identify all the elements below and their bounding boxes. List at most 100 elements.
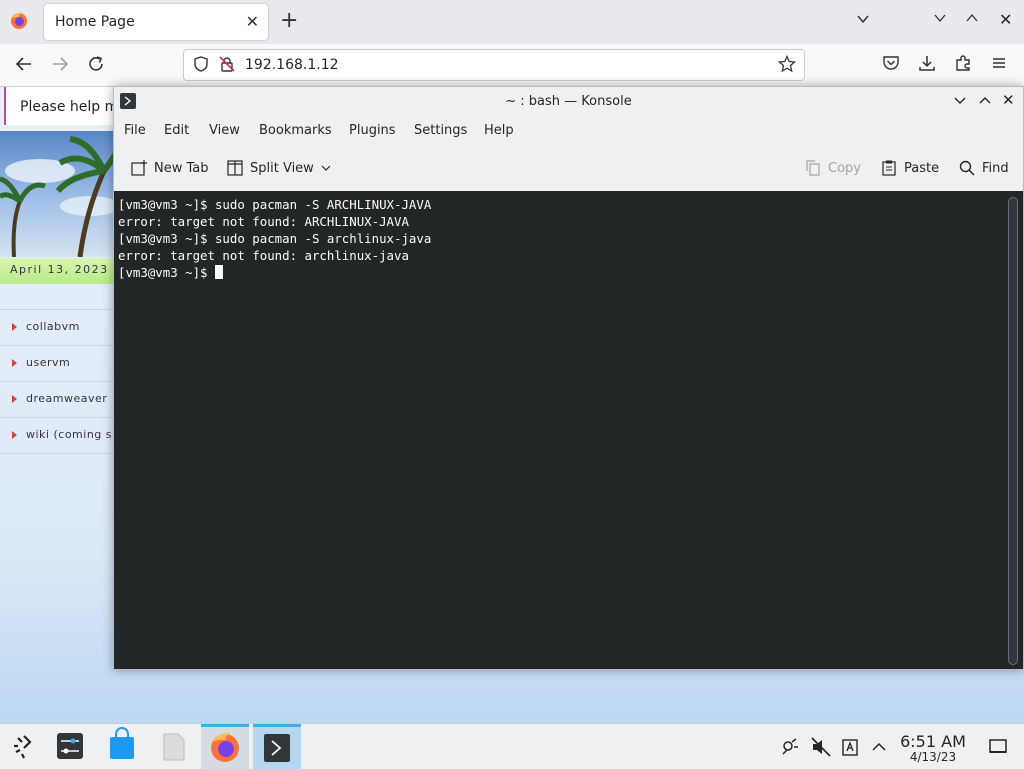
browser-tab-bar: Home Page ✕ + ✕ (0, 0, 1024, 44)
konsole-title-bar[interactable]: ~ : bash — Konsole ✕ (114, 87, 1023, 115)
copy-button[interactable]: Copy (804, 159, 861, 177)
menu-settings[interactable]: Settings (414, 123, 467, 138)
terminal-scrollbar[interactable] (1008, 197, 1018, 665)
pocket-icon[interactable] (882, 54, 900, 72)
search-icon (959, 160, 975, 176)
side-link-collabvm[interactable]: collabvm (0, 310, 118, 346)
terminal-line: [vm3@vm3 ~]$ sudo pacman -S archlinux-ja… (118, 231, 432, 246)
side-link-label: collabvm (26, 320, 80, 333)
insecure-lock-icon[interactable] (219, 56, 235, 72)
find-button[interactable]: Find (958, 159, 1009, 177)
menu-edit[interactable]: Edit (164, 123, 189, 138)
bullet-arrow-icon (12, 323, 17, 331)
split-view-icon (227, 160, 243, 176)
konsole-close-icon[interactable]: ✕ (1002, 91, 1015, 109)
side-link-label: wiki (coming s (26, 428, 112, 441)
window-close-icon[interactable]: ✕ (999, 10, 1012, 29)
terminal-line: error: target not found: ARCHLINUX-JAVA (118, 214, 409, 229)
konsole-minimize-icon[interactable] (953, 93, 967, 107)
extensions-puzzle-icon[interactable] (954, 54, 972, 72)
forward-arrow-icon[interactable] (50, 54, 70, 74)
url-text: 192.168.1.12 (245, 57, 339, 73)
new-tab-label: New Tab (154, 160, 209, 176)
side-link-dreamweaver[interactable]: dreamweaver (0, 382, 118, 418)
bullet-arrow-icon (12, 359, 17, 367)
konsole-toolbar: New Tab Split View Copy Paste Find (114, 149, 1023, 189)
konsole-window: ~ : bash — Konsole ✕ File Edit View Book… (113, 86, 1024, 670)
discover-store-task[interactable] (98, 724, 146, 769)
page-date-bar: April 13, 2023 (0, 258, 118, 284)
side-link-wiki[interactable]: wiki (coming s (0, 418, 118, 454)
window-maximize-icon[interactable] (966, 12, 978, 24)
volume-muted-icon[interactable] (811, 737, 831, 757)
menu-help[interactable]: Help (484, 123, 514, 138)
clock-date[interactable]: 4/13/23 (896, 750, 970, 764)
terminal-prompt: [vm3@vm3 ~]$ (118, 265, 215, 280)
konsole-maximize-icon[interactable] (978, 93, 992, 107)
firefox-icon (211, 732, 239, 762)
menu-plugins[interactable]: Plugins (349, 123, 396, 138)
terminal-line: error: target not found: archlinux-java (118, 248, 409, 263)
document-file-icon (163, 733, 185, 761)
tab-title: Home Page (55, 14, 135, 30)
downloads-icon[interactable] (918, 54, 936, 72)
browser-tab-home[interactable]: Home Page ✕ (44, 4, 268, 40)
konsole-task[interactable] (253, 724, 301, 769)
menu-view[interactable]: View (209, 123, 240, 138)
side-link-label: dreamweaver (26, 392, 108, 405)
tab-list-chevron-icon[interactable] (856, 12, 870, 26)
paste-button[interactable]: Paste (880, 159, 939, 177)
menu-file[interactable]: File (124, 123, 146, 138)
tray-expand-chevron-icon[interactable] (871, 739, 887, 755)
clock-time[interactable]: 6:51 AM (896, 732, 970, 751)
new-tab-icon (131, 160, 147, 176)
bullet-arrow-icon (12, 395, 17, 403)
split-view-chevron-icon (321, 165, 331, 171)
page-notice-text: Please help ma (20, 99, 127, 115)
show-desktop-icon[interactable] (989, 737, 1007, 755)
url-bar[interactable]: 192.168.1.12 (183, 49, 805, 81)
bookmark-star-icon[interactable] (778, 55, 796, 73)
terminal-cursor (214, 265, 223, 279)
terminal-output: [vm3@vm3 ~]$ sudo pacman -S ARCHLINUX-JA… (118, 196, 431, 281)
new-tab-icon[interactable]: + (280, 9, 298, 33)
menu-bookmarks[interactable]: Bookmarks (259, 123, 332, 138)
split-view-button[interactable]: Split View (226, 159, 332, 177)
find-label: Find (982, 160, 1009, 176)
back-arrow-icon[interactable] (14, 54, 34, 74)
tracking-shield-icon[interactable] (193, 56, 209, 72)
kde-launcher-icon (14, 735, 32, 759)
konsole-window-title: ~ : bash — Konsole (505, 94, 632, 109)
side-link-uservm[interactable]: uservm (0, 346, 118, 382)
page-notice-banner: Please help ma (4, 87, 127, 125)
taskbar: 6:51 AM 4/13/23 (0, 723, 1024, 769)
browser-nav-bar: 192.168.1.12 (0, 44, 1024, 87)
firefox-task[interactable] (201, 724, 249, 769)
side-link-label: uservm (26, 356, 71, 369)
app-launcher-button[interactable] (0, 724, 48, 769)
hamburger-menu-icon[interactable] (990, 54, 1008, 72)
tab-close-icon[interactable]: ✕ (246, 12, 259, 31)
bullet-arrow-icon (12, 431, 17, 439)
split-view-label: Split View (250, 160, 314, 176)
network-icon[interactable] (780, 737, 800, 757)
terminal-area[interactable]: [vm3@vm3 ~]$ sudo pacman -S ARCHLINUX-JA… (114, 191, 1023, 669)
file-manager-task[interactable] (150, 724, 198, 769)
shopping-bag-icon (110, 727, 134, 759)
settings-sliders-icon (57, 733, 83, 759)
terminal-line: [vm3@vm3 ~]$ sudo pacman -S ARCHLINUX-JA… (118, 197, 432, 212)
reload-icon[interactable] (86, 54, 106, 74)
side-nav-spacer (0, 283, 118, 310)
paste-icon (882, 160, 896, 176)
page-date-text: April 13, 2023 (10, 263, 109, 276)
paste-label: Paste (904, 160, 940, 176)
copy-icon (806, 160, 820, 176)
new-tab-button[interactable]: New Tab (130, 159, 209, 177)
palm-tree-banner-image (0, 131, 118, 257)
window-minimize-icon[interactable] (934, 12, 946, 24)
terminal-icon (264, 734, 290, 762)
konsole-menu-bar: File Edit View Bookmarks Plugins Setting… (114, 118, 1023, 144)
system-settings-task[interactable] (46, 724, 94, 769)
clipboard-icon[interactable] (841, 737, 859, 757)
copy-label: Copy (828, 160, 861, 176)
